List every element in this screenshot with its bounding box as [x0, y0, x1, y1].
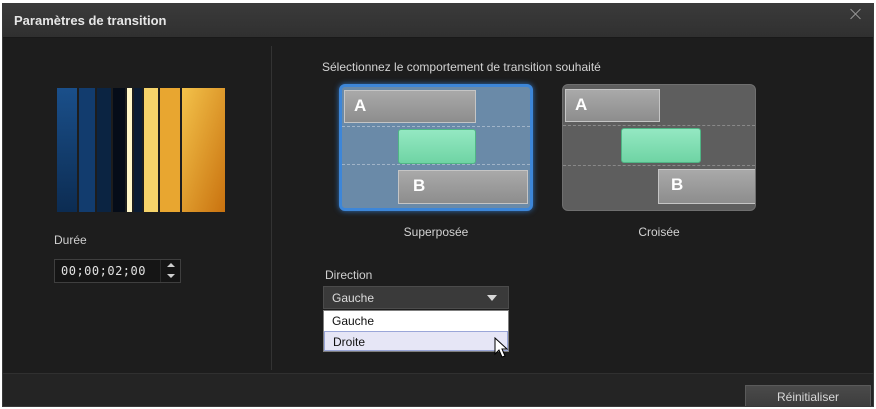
- mouse-cursor-icon: [494, 337, 509, 358]
- chevron-down-icon: [487, 295, 497, 301]
- direction-option-gauche[interactable]: Gauche: [324, 311, 508, 331]
- behavior-option-croisee[interactable]: A B Croisée: [562, 84, 756, 239]
- crossfade-diagram: A B: [562, 84, 756, 211]
- spin-up-icon[interactable]: [161, 260, 180, 271]
- clip-b-bar: B: [398, 170, 528, 204]
- track-divider: [563, 125, 755, 126]
- transition-clip: [621, 128, 701, 163]
- dialog-title: Paramètres de transition: [14, 13, 167, 28]
- direction-option-droite[interactable]: Droite: [324, 331, 508, 351]
- close-icon[interactable]: [848, 6, 864, 22]
- clip-b-label: B: [671, 175, 684, 194]
- clip-b-label: B: [413, 176, 426, 195]
- track-divider: [563, 165, 755, 166]
- direction-dropdown-list: Gauche Droite: [323, 310, 509, 352]
- clip-a-bar: A: [565, 89, 660, 122]
- direction-label: Direction: [325, 268, 373, 282]
- overlap-diagram: A B: [339, 84, 533, 211]
- direction-selected-value: Gauche: [332, 291, 375, 305]
- track-divider: [342, 164, 530, 165]
- behavior-option-superposee[interactable]: A B Superposée: [339, 84, 533, 239]
- transition-settings-dialog: Paramètres de transition Durée 00;00;02;…: [2, 3, 874, 407]
- croisee-caption: Croisée: [638, 225, 680, 239]
- clip-a-label: A: [575, 95, 588, 114]
- clip-a-bar: A: [344, 90, 476, 123]
- superposee-caption: Superposée: [403, 225, 469, 239]
- duration-spinner: [160, 260, 180, 282]
- dialog-footer: Réinitialiser: [3, 373, 873, 406]
- duration-value: 00;00;02;00: [61, 264, 146, 278]
- direction-select[interactable]: Gauche: [323, 286, 509, 309]
- behavior-instruction: Sélectionnez le comportement de transiti…: [322, 60, 601, 74]
- duration-timecode-field[interactable]: 00;00;02;00: [54, 259, 181, 283]
- reset-button[interactable]: Réinitialiser: [745, 385, 871, 406]
- spin-down-icon[interactable]: [161, 271, 180, 282]
- track-divider: [342, 126, 530, 127]
- panel-divider: [271, 46, 272, 370]
- transition-clip: [398, 129, 476, 164]
- duration-label: Durée: [54, 233, 87, 247]
- title-bar: Paramètres de transition: [3, 4, 873, 38]
- clip-b-bar: B: [658, 169, 755, 204]
- transition-preview-thumbnail: [53, 84, 225, 212]
- clip-a-label: A: [354, 96, 367, 115]
